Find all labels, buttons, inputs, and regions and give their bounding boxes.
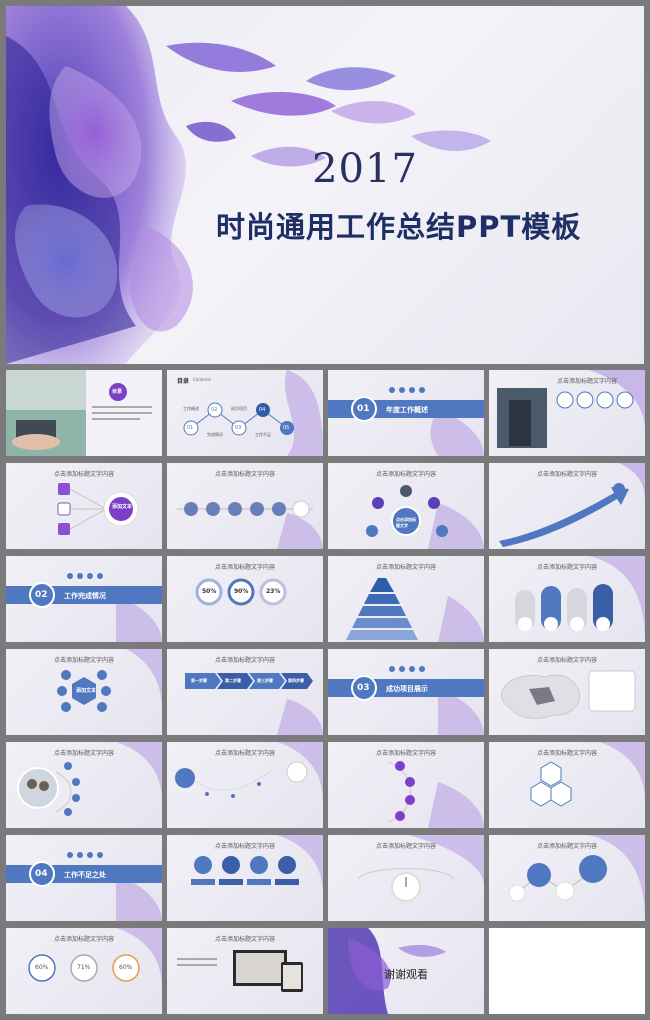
slide-13-center: 添加文本 [76, 688, 97, 694]
slide-thumb-22[interactable]: 点击添加标题文字内容 [167, 835, 323, 921]
slide-16-heading: 点击添加标题文字内容 [536, 657, 597, 664]
slide-9-number: 02 [35, 590, 48, 600]
slide-23-heading: 点击添加标题文字内容 [375, 843, 436, 850]
slide-21-label: 工作不足之处 [64, 871, 106, 879]
slide-1-badge: 目录 [112, 389, 123, 395]
slide-3-number: 01 [357, 404, 370, 414]
slide-18-heading: 点击添加标题文字内容 [214, 750, 275, 757]
slide-thumb-26[interactable]: 点击添加标题文字内容 [167, 928, 323, 1014]
slide-25-p2: 71% [77, 964, 91, 971]
slide-8-heading: 点击添加标题文字内容 [536, 471, 597, 478]
contents-timeline [183, 370, 323, 456]
slide-thumb-7[interactable]: 点击添加标题文字内容 点击添加标题文字 [328, 463, 484, 549]
slide-21-number: 04 [35, 869, 48, 879]
slide-2-n1: 01 [187, 425, 194, 431]
slide-14-heading: 点击添加标题文字内容 [214, 657, 275, 664]
slide-thumb-13[interactable]: 点击添加标题文字内容 添加文本 [6, 649, 162, 735]
slide-thumb-24[interactable]: 点击添加标题文字内容 [489, 835, 645, 921]
slide-14-a3: 第三步骤 [257, 678, 273, 683]
slide-13-heading: 点击添加标题文字内容 [53, 657, 114, 664]
slide-11-heading: 点击添加标题文字内容 [375, 564, 436, 571]
slide-thumb-4[interactable]: 点击添加标题文字内容 [489, 370, 645, 456]
cover-year: 2017 [312, 146, 418, 192]
slide-thumb-25[interactable]: 点击添加标题文字内容 60% 71% 60% [6, 928, 162, 1014]
slide-2-n4: 04 [259, 407, 266, 413]
slide-15-label: 成功项目展示 [386, 685, 428, 693]
slide-10-p1: 50% [202, 588, 217, 595]
cover-slide[interactable]: 2017 时尚通用工作总结PPT模板 [6, 6, 644, 364]
slide-14-a2: 第二步骤 [225, 678, 241, 683]
slide-22-heading: 点击添加标题文字内容 [214, 843, 275, 850]
slide-thumb-16[interactable]: 点击添加标题文字内容 [489, 649, 645, 735]
slide-25-p3: 60% [119, 964, 133, 971]
slide-24-heading: 点击添加标题文字内容 [536, 843, 597, 850]
slide-thumb-2[interactable]: 目录 Contents 01 02 03 04 05 工作概述 完成情况 成功项… [167, 370, 323, 456]
slide-thumb-27[interactable]: 谢谢观看 [328, 928, 484, 1014]
slide-thumb-5[interactable]: 点击添加标题文字内容 添加文本 [6, 463, 162, 549]
slide-thumb-6[interactable]: 点击添加标题文字内容 [167, 463, 323, 549]
slide-10-p2: 90% [234, 588, 249, 595]
slide-thumb-18[interactable]: 点击添加标题文字内容 [167, 742, 323, 828]
slide-26-heading: 点击添加标题文字内容 [214, 936, 275, 943]
empty-slot [489, 928, 645, 1014]
slide-14-a1: 第一步骤 [191, 678, 207, 683]
slide-7-heading: 点击添加标题文字内容 [375, 471, 436, 478]
slide-7-center: 点击添加标题文字 [396, 517, 416, 528]
slide-10-p3: 23% [266, 588, 281, 595]
slide-4-heading: 点击添加标题文字内容 [556, 378, 617, 385]
slide-2-l2: 完成情况 [207, 432, 223, 437]
slide-thumb-8[interactable]: 点击添加标题文字内容 [489, 463, 645, 549]
slide-thumb-11[interactable]: 点击添加标题文字内容 [328, 556, 484, 642]
slide-2-l1: 工作概述 [183, 406, 199, 411]
slide-thumb-17[interactable]: 点击添加标题文字内容 [6, 742, 162, 828]
slide-thumb-15[interactable]: 03 成功项目展示 [328, 649, 484, 735]
slide-2-l4: 工作不足 [255, 432, 271, 437]
slide-2-l3: 成功项目 [231, 406, 247, 411]
slide-thumb-19[interactable]: 点击添加标题文字内容 [328, 742, 484, 828]
slide-12-heading: 点击添加标题文字内容 [536, 564, 597, 571]
slide-2-n2: 02 [211, 407, 218, 413]
slide-25-heading: 点击添加标题文字内容 [53, 936, 114, 943]
slide-thumb-20[interactable]: 点击添加标题文字内容 [489, 742, 645, 828]
slide-14-a4: 第四步骤 [288, 678, 304, 683]
slide-10-heading: 点击添加标题文字内容 [214, 564, 275, 571]
slide-5-heading: 点击添加标题文字内容 [53, 471, 114, 478]
slide-9-label: 工作完成情况 [64, 592, 106, 600]
photo-tablet-illustration [6, 370, 162, 456]
slide-6-heading: 点击添加标题文字内容 [214, 471, 275, 478]
slide-3-label: 年度工作概述 [386, 406, 428, 414]
cover-title: 时尚通用工作总结PPT模板 [216, 210, 582, 244]
slide-thumb-9[interactable]: 02 工作完成情况 [6, 556, 162, 642]
slide-17-heading: 点击添加标题文字内容 [53, 750, 114, 757]
slide-thumb-14[interactable]: 点击添加标题文字内容 第一步骤 第二步骤 第三步骤 第四步骤 [167, 649, 323, 735]
slide-thumb-10[interactable]: 点击添加标题文字内容 50% 90% 23% [167, 556, 323, 642]
slide-thumb-23[interactable]: 点击添加标题文字内容 [328, 835, 484, 921]
slide-2-title: 目录 [177, 378, 190, 385]
slide-27-thanks: 谢谢观看 [384, 968, 428, 981]
slide-thumb-12[interactable]: 点击添加标题文字内容 [489, 556, 645, 642]
slide-thumb-21[interactable]: 04 工作不足之处 [6, 835, 162, 921]
slide-25-p1: 60% [35, 964, 49, 971]
slide-20-heading: 点击添加标题文字内容 [536, 750, 597, 757]
slide-19-heading: 点击添加标题文字内容 [375, 750, 436, 757]
slide-5-center: 添加文本 [112, 504, 133, 510]
slide-thumbnail-grid: 目录 目录 Contents 01 02 03 04 05 工作概述 完成情况 … [6, 370, 645, 1016]
slide-15-number: 03 [357, 683, 370, 693]
slide-2-n3: 03 [235, 425, 242, 431]
slide-2-n5: 05 [283, 425, 290, 431]
slide-2-subtitle: Contents [193, 377, 211, 382]
slide-thumb-1[interactable]: 目录 [6, 370, 162, 456]
slide-thumb-3[interactable]: 01 年度工作概述 [328, 370, 484, 456]
